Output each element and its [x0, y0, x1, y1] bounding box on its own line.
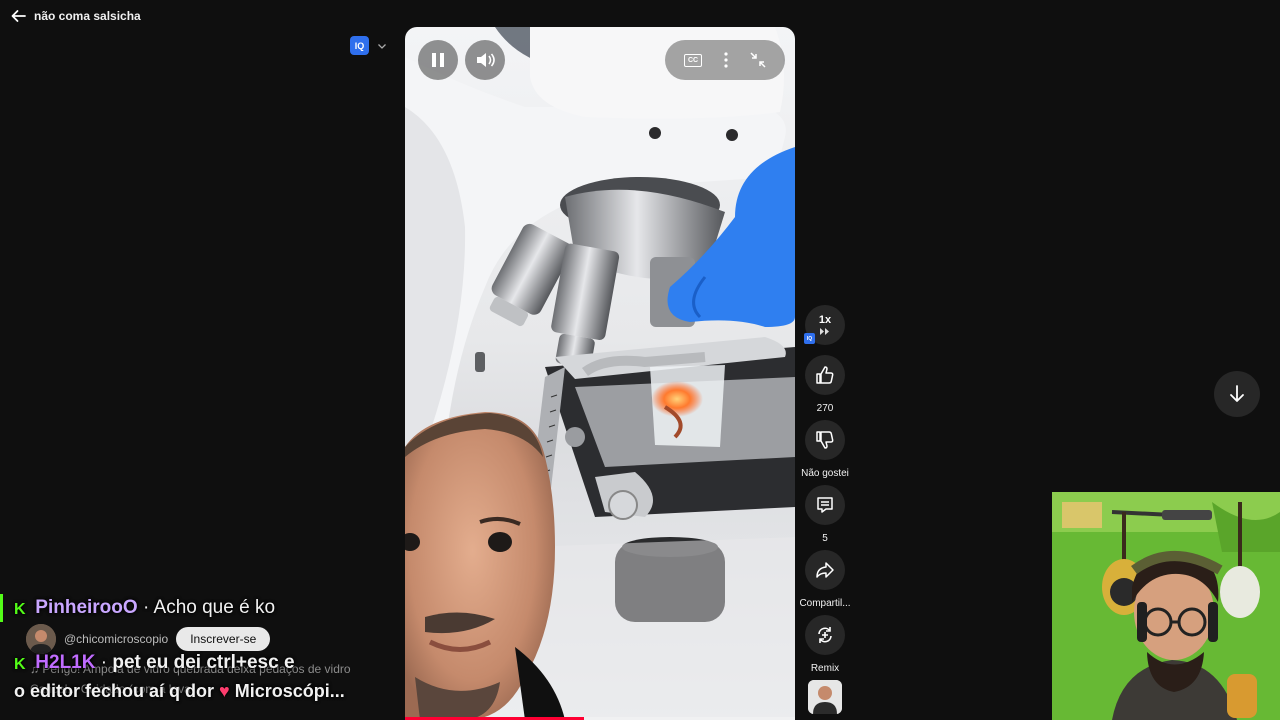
speed-control[interactable]: 1x IQ — [795, 305, 855, 345]
dislike-button[interactable] — [805, 420, 845, 460]
chat-separator: · — [137, 597, 154, 618]
comment-count: 5 — [822, 533, 828, 544]
dislike-action[interactable]: Não gostei — [795, 420, 855, 479]
share-action[interactable]: Compartil... — [795, 550, 855, 609]
speed-button[interactable]: 1x IQ — [804, 305, 845, 345]
webcam-image — [1052, 492, 1280, 720]
exit-fullscreen-icon[interactable] — [750, 52, 766, 68]
fast-forward-icon — [820, 328, 829, 335]
like-count: 270 — [816, 403, 834, 414]
like-button[interactable] — [805, 355, 845, 395]
captions-button[interactable]: CC — [684, 53, 702, 67]
volume-button[interactable] — [465, 40, 505, 80]
iq-extension-icon[interactable]: IQ — [350, 36, 369, 55]
kick-badge-icon: K — [14, 601, 26, 618]
dislike-label: Não gostei — [801, 468, 849, 479]
chat-message-continuation: o editor fechou aí q dor ♥ Microscópi... — [14, 681, 345, 702]
header-bar: não coma salsicha — [10, 6, 141, 26]
share-label: Compartil... — [799, 598, 851, 609]
share-button[interactable] — [805, 550, 845, 590]
remix-action[interactable]: Remix — [795, 615, 855, 674]
next-video-button[interactable] — [1214, 371, 1260, 417]
video-player[interactable]: CC — [405, 27, 795, 720]
chat-text: Microscópi... — [229, 681, 345, 701]
page-title: não coma salsicha — [34, 9, 141, 23]
chevron-down-icon[interactable] — [377, 41, 387, 51]
chat-text: o editor fechou aí q dor — [14, 681, 220, 701]
comment-icon — [817, 497, 833, 513]
chat-separator: · — [95, 652, 113, 673]
audio-source-thumbnail[interactable] — [808, 680, 842, 714]
comments-action[interactable]: 5 — [795, 485, 855, 544]
video-frame — [405, 27, 795, 720]
like-action[interactable]: 270 — [795, 355, 855, 414]
thumbs-up-icon — [816, 366, 834, 384]
chat-text: Acho que é ko — [153, 597, 276, 618]
pause-icon — [432, 53, 444, 67]
volume-icon — [477, 53, 495, 67]
share-icon — [816, 562, 834, 578]
chat-message: K PinheirooO · Acho que é ko — [14, 597, 275, 619]
streamer-webcam — [1052, 492, 1280, 720]
emote-icon: ♥ — [219, 681, 230, 701]
shorts-page: não coma salsicha IQ CC 1x IQ 270 Não go… — [0, 0, 1280, 720]
chat-username: PinheirooO — [35, 597, 138, 618]
kick-badge-icon: K — [14, 656, 26, 673]
player-options-bar: CC — [665, 40, 785, 80]
chat-username: H2L1K — [35, 652, 96, 673]
remix-label: Remix — [810, 663, 840, 674]
back-arrow-icon[interactable] — [10, 8, 26, 24]
iq-mini-icon: IQ — [804, 333, 815, 344]
more-options-icon[interactable] — [724, 52, 728, 68]
comments-button[interactable] — [805, 485, 845, 525]
remix-button[interactable] — [805, 615, 845, 655]
chat-message: K H2L1K · pet eu dei ctrl+esc e — [14, 652, 295, 674]
thumbs-down-icon — [816, 431, 834, 449]
stream-chat-overlay: K PinheirooO · Acho que é ko K H2L1K · p… — [0, 590, 400, 720]
speed-label: 1x — [818, 314, 832, 326]
extension-menu[interactable]: IQ — [350, 36, 387, 55]
chat-text: pet eu dei ctrl+esc e — [112, 652, 295, 673]
pause-button[interactable] — [418, 40, 458, 80]
arrow-down-icon — [1230, 385, 1244, 402]
remix-icon — [818, 627, 832, 643]
channel-avatar-image — [808, 680, 842, 714]
